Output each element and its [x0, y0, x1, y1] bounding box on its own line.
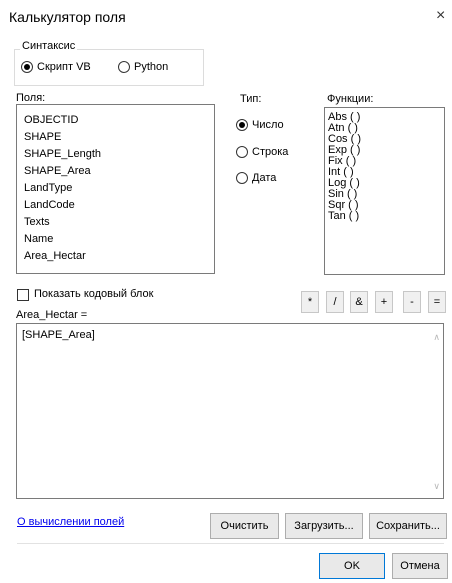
type-number-radio[interactable]: Число [236, 119, 284, 131]
scroll-down-icon[interactable]: ∨ [433, 481, 440, 492]
field-item[interactable]: Texts [24, 216, 50, 228]
ok-button[interactable]: OK [319, 553, 385, 579]
expression-text: [SHAPE_Area] [22, 329, 95, 341]
plus-button[interactable]: + [375, 291, 393, 313]
fields-label: Поля: [16, 92, 46, 104]
radio-selected-icon [21, 61, 33, 73]
type-string-label: Строка [252, 146, 289, 158]
field-item[interactable]: SHAPE [24, 131, 61, 143]
multiply-button[interactable]: * [301, 291, 319, 313]
field-item[interactable]: SHAPE_Length [24, 148, 101, 160]
syntax-group-label: Синтаксис [20, 40, 78, 52]
radio-selected-icon [236, 119, 248, 131]
field-calculator-dialog: Калькулятор поля × Синтаксис Скрипт VB P… [0, 0, 452, 583]
radio-unselected-icon [236, 146, 248, 158]
concat-button[interactable]: & [350, 291, 368, 313]
load-button[interactable]: Загрузить... [285, 513, 363, 539]
field-item[interactable]: SHAPE_Area [24, 165, 91, 177]
expression-input[interactable]: [SHAPE_Area] ∧ ∨ [16, 323, 444, 499]
syntax-python-label: Python [134, 61, 169, 73]
type-date-label: Дата [252, 172, 277, 184]
type-number-label: Число [252, 119, 284, 131]
fields-list[interactable]: OBJECTID SHAPE SHAPE_Length SHAPE_Area L… [16, 104, 215, 274]
field-item[interactable]: Name [24, 233, 53, 245]
close-icon[interactable]: × [436, 7, 445, 25]
syntax-vbscript-radio[interactable]: Скрипт VB [21, 61, 91, 73]
type-date-radio[interactable]: Дата [236, 172, 276, 184]
clear-button[interactable]: Очистить [210, 513, 279, 539]
footer-divider [17, 543, 444, 544]
field-item[interactable]: Area_Hectar [24, 250, 86, 262]
field-item[interactable]: LandType [24, 182, 72, 194]
functions-list[interactable]: Abs ( ) Atn ( ) Cos ( ) Exp ( ) Fix ( ) … [324, 107, 445, 275]
show-codeblock-label: Показать кодовый блок [34, 288, 154, 300]
function-item[interactable]: Tan ( ) [328, 211, 359, 222]
type-label: Тип: [240, 93, 262, 105]
functions-label: Функции: [327, 93, 374, 105]
syntax-vbscript-label: Скрипт VB [37, 61, 91, 73]
field-item[interactable]: OBJECTID [24, 114, 78, 126]
minus-button[interactable]: - [403, 291, 421, 313]
cancel-button[interactable]: Отмена [392, 553, 448, 579]
save-button[interactable]: Сохранить... [369, 513, 447, 539]
window-title: Калькулятор поля [9, 9, 126, 25]
show-codeblock-checkbox[interactable] [17, 289, 29, 301]
divide-button[interactable]: / [326, 291, 344, 313]
type-string-radio[interactable]: Строка [236, 146, 288, 158]
field-item[interactable]: LandCode [24, 199, 75, 211]
radio-unselected-icon [118, 61, 130, 73]
equals-button[interactable]: = [428, 291, 446, 313]
scroll-up-icon[interactable]: ∧ [433, 332, 440, 343]
radio-unselected-icon [236, 172, 248, 184]
about-calculating-fields-link[interactable]: О вычислении полей [17, 516, 124, 528]
expression-label: Area_Hectar = [16, 309, 88, 321]
syntax-python-radio[interactable]: Python [118, 61, 168, 73]
